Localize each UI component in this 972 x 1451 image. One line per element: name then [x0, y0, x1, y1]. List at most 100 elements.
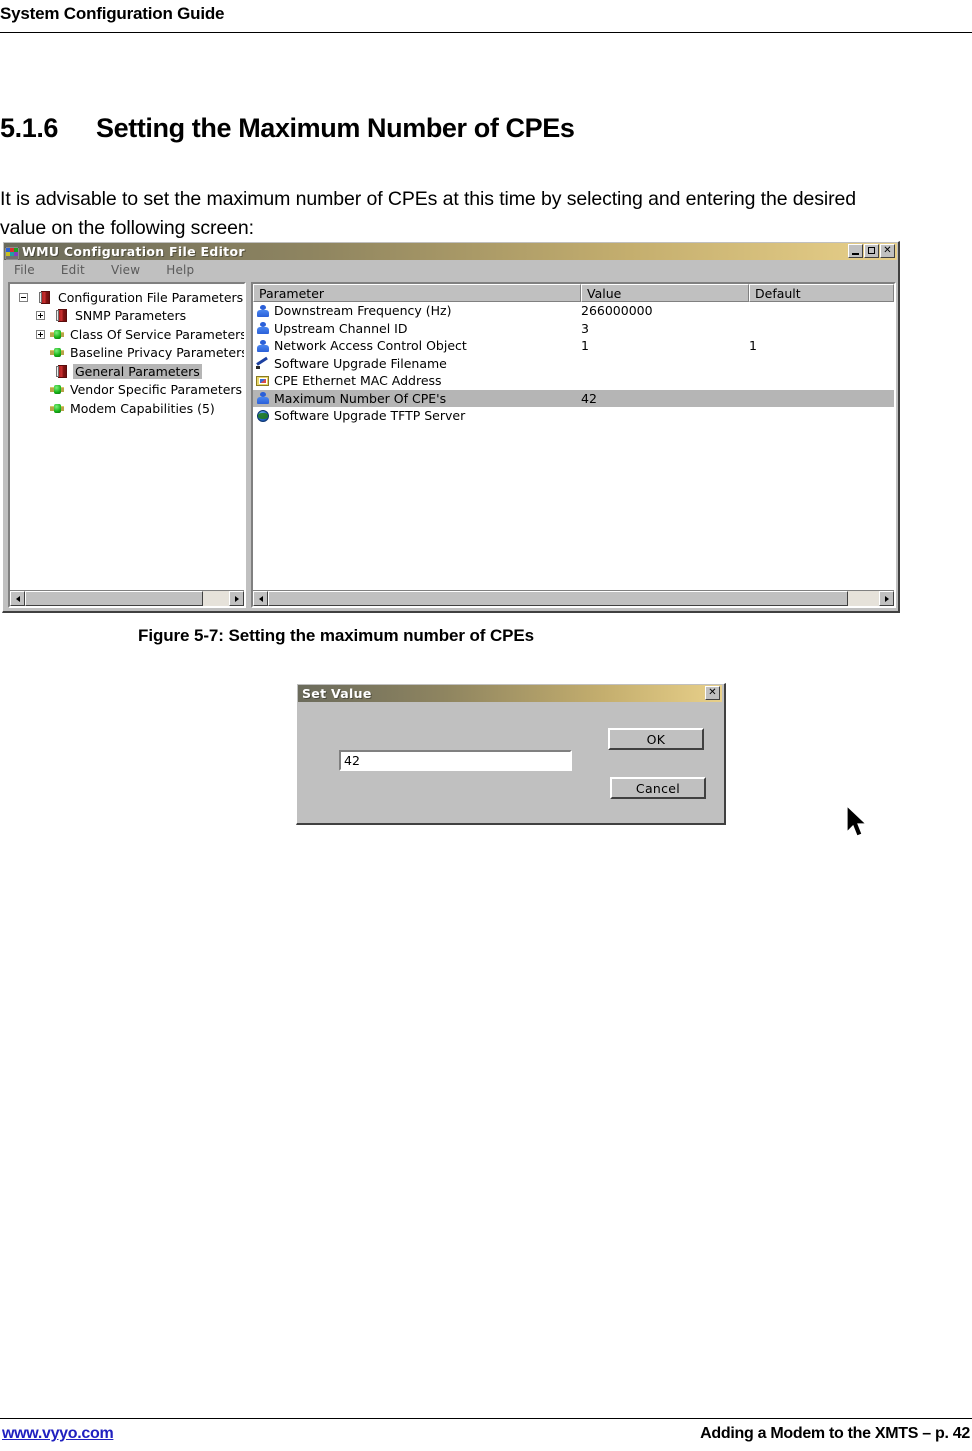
footer-website-link[interactable]: www.vyyo.com: [2, 1425, 114, 1443]
expander-minus-icon[interactable]: [19, 292, 28, 302]
parameter-value-cell: 1: [581, 338, 589, 354]
cancel-button[interactable]: Cancel: [610, 777, 706, 799]
scrollbar-thumb[interactable]: [25, 591, 203, 606]
expander-plus-icon[interactable]: [36, 329, 45, 339]
scroll-right-button[interactable]: [879, 591, 894, 606]
window-title: WMU Configuration File Editor: [22, 244, 245, 259]
menu-bar: File Edit View Help: [4, 261, 897, 278]
ok-button[interactable]: OK: [608, 728, 704, 750]
folder-picture-icon: [256, 374, 270, 388]
figure-caption: Figure 5-7: Setting the maximum number o…: [0, 626, 972, 646]
red-book-icon: [56, 309, 69, 323]
list-body: Downstream Frequency (Hz) 266000000 Upst…: [253, 302, 894, 606]
parameter-default-cell: 1: [749, 338, 757, 354]
parameter-value-cell: 42: [581, 390, 597, 406]
parameter-value-cell: 3: [581, 320, 589, 336]
parameter-name-cell: Maximum Number Of CPE's: [253, 391, 581, 406]
scroll-left-button[interactable]: [253, 591, 268, 606]
section-number: 5.1.6: [0, 113, 59, 143]
tree-item-class-of-service-parameters[interactable]: Class Of Service Parameters: [10, 325, 244, 344]
footer-divider: [0, 1418, 972, 1419]
expander-plus-icon[interactable]: [36, 311, 45, 321]
red-book-icon: [56, 364, 69, 378]
tree-item-baseline-privacy-parameters[interactable]: Baseline Privacy Parameters: [10, 344, 244, 363]
maximize-button[interactable]: [864, 244, 879, 258]
chevron-right-icon: [234, 595, 239, 602]
parameter-label: Upstream Channel ID: [274, 320, 408, 336]
parameter-value-cell: 266000000: [581, 303, 653, 319]
tree-pane: Configuration File Parameters SNMP Param…: [8, 282, 246, 608]
scrollbar-track[interactable]: [25, 591, 229, 606]
scroll-left-button[interactable]: [10, 591, 25, 606]
table-row[interactable]: Software Upgrade TFTP Server: [253, 407, 894, 425]
scrollbar-track[interactable]: [268, 591, 879, 606]
tree-item-vendor-specific-parameters[interactable]: Vendor Specific Parameters (: [10, 381, 244, 400]
column-header-parameter[interactable]: Parameter: [253, 284, 581, 302]
green-node-icon: [50, 402, 64, 415]
set-value-dialog: Set Value ✕ OK Cancel: [296, 683, 726, 825]
document-header-title: System Configuration Guide: [0, 4, 225, 23]
table-row[interactable]: Software Upgrade Filename: [253, 355, 894, 373]
table-row[interactable]: Upstream Channel ID 3: [253, 320, 894, 338]
person-icon: [256, 339, 270, 353]
table-row[interactable]: Downstream Frequency (Hz) 266000000: [253, 302, 894, 320]
menu-item-edit[interactable]: Edit: [61, 263, 85, 277]
tree-item-label: SNMP Parameters: [75, 308, 187, 324]
green-node-icon: [50, 328, 64, 341]
figure-caption-text: Figure 5-7: Setting the maximum number o…: [138, 626, 534, 645]
app-window-icon: [4, 245, 20, 261]
tree-item-label: Class Of Service Parameters: [70, 326, 246, 342]
section-title: Setting the Maximum Number of CPEs: [96, 113, 575, 143]
globe-icon: [256, 409, 270, 423]
parameter-label: Software Upgrade TFTP Server: [274, 408, 466, 424]
chevron-left-icon: [15, 595, 20, 602]
parameter-name-cell: Network Access Control Object: [253, 338, 581, 353]
page-title: 5.1.6 Setting the Maximum Number of CPEs: [0, 113, 575, 144]
tree-item-configuration-file-parameters[interactable]: Configuration File Parameters: [10, 288, 244, 307]
column-header-value[interactable]: Value: [581, 284, 749, 302]
table-row-selected[interactable]: Maximum Number Of CPE's 42: [253, 389, 894, 407]
pencil-icon: [256, 356, 270, 370]
parameter-label: Software Upgrade Filename: [274, 355, 447, 371]
window-titlebar[interactable]: WMU Configuration File Editor ✕: [4, 243, 897, 261]
footer-page-info: Adding a Modem to the XMTS – p. 42: [700, 1425, 970, 1442]
scrollbar-thumb[interactable]: [268, 591, 848, 606]
mouse-cursor-icon: [846, 804, 870, 843]
parameter-list-pane: Parameter Value Default Downstream Frequ…: [251, 282, 896, 608]
column-header-default[interactable]: Default: [749, 284, 894, 302]
tree-item-general-parameters[interactable]: General Parameters: [10, 362, 244, 381]
parameter-label: Maximum Number Of CPE's: [274, 390, 447, 406]
scroll-right-button[interactable]: [229, 591, 244, 606]
parameter-name-cell: CPE Ethernet MAC Address: [253, 373, 581, 388]
value-input[interactable]: [339, 750, 572, 771]
table-row[interactable]: Network Access Control Object 1 1: [253, 337, 894, 355]
tree-item-modem-capabilities[interactable]: Modem Capabilities (5): [10, 399, 244, 418]
parameter-label: Downstream Frequency (Hz): [274, 303, 452, 319]
wmu-config-file-editor-window: WMU Configuration File Editor ✕ File Edi…: [2, 241, 900, 837]
menu-item-view[interactable]: View: [111, 263, 140, 277]
tree-horizontal-scrollbar[interactable]: [10, 590, 244, 606]
dialog-title: Set Value: [302, 686, 372, 701]
parameter-tree: Configuration File Parameters SNMP Param…: [10, 288, 244, 418]
list-header: Parameter Value Default: [253, 284, 894, 302]
tree-item-label: General Parameters: [73, 363, 202, 379]
green-node-icon: [50, 383, 64, 396]
tree-item-label: Modem Capabilities (5): [70, 400, 215, 416]
tree-item-label: Configuration File Parameters: [58, 289, 244, 305]
list-horizontal-scrollbar[interactable]: [253, 590, 894, 606]
dialog-close-icon[interactable]: ✕: [705, 686, 720, 700]
close-icon[interactable]: ✕: [880, 244, 895, 258]
parameter-name-cell: Software Upgrade Filename: [253, 356, 581, 371]
table-row[interactable]: CPE Ethernet MAC Address: [253, 372, 894, 390]
menu-item-help[interactable]: Help: [166, 263, 194, 277]
parameter-label: Network Access Control Object: [274, 338, 467, 354]
window-controls: ✕: [848, 244, 895, 258]
menu-item-file[interactable]: File: [14, 263, 35, 277]
person-icon: [256, 321, 270, 335]
tree-item-label: Vendor Specific Parameters (: [70, 382, 246, 398]
minimize-button[interactable]: [848, 244, 863, 258]
person-icon: [256, 391, 270, 405]
red-book-icon: [39, 290, 52, 304]
tree-item-snmp-parameters[interactable]: SNMP Parameters: [10, 307, 244, 326]
dialog-titlebar[interactable]: Set Value ✕: [298, 685, 722, 702]
